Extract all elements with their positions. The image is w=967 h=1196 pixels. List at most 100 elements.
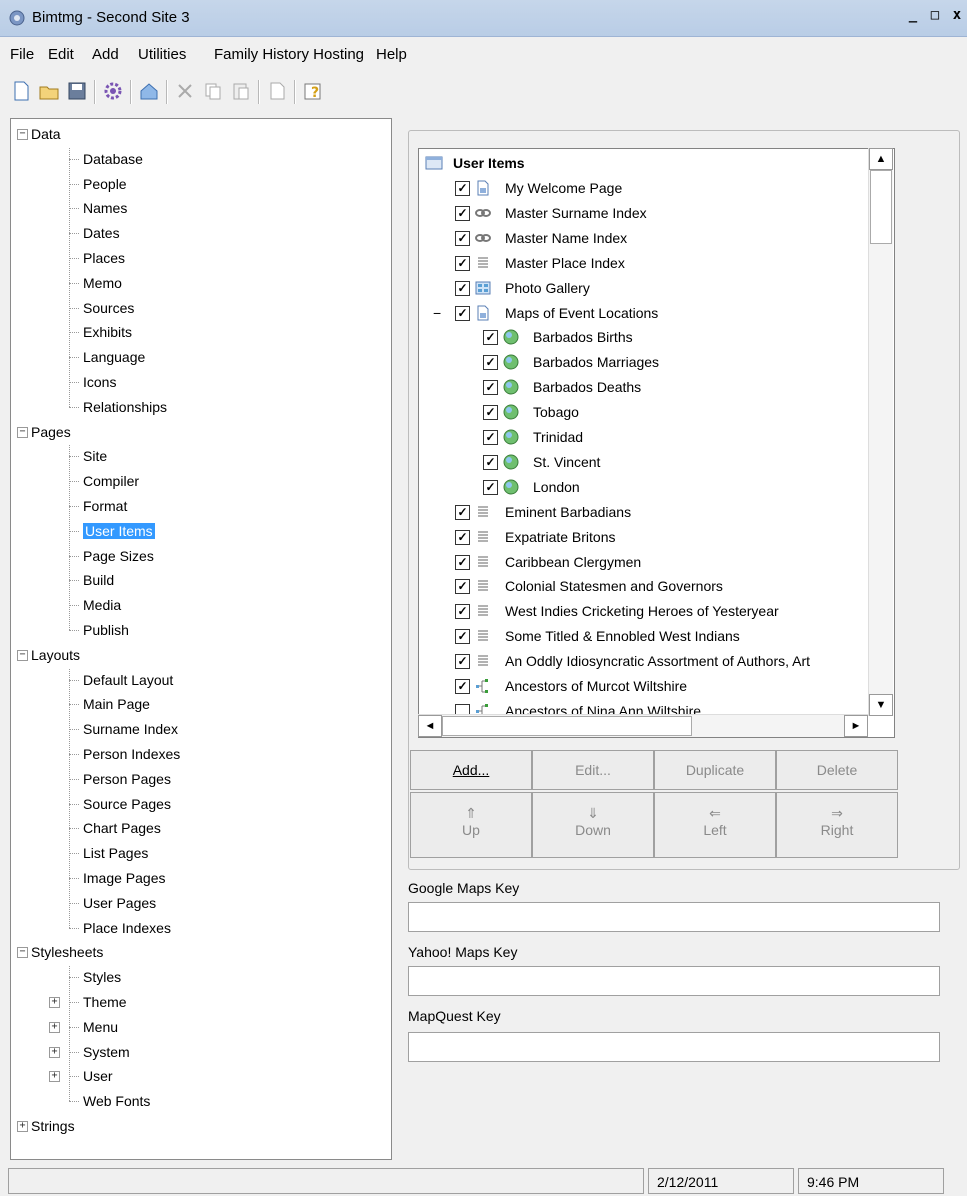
horizontal-scrollbar[interactable]: ◄ ► — [418, 714, 868, 737]
tree-item-person-indexes[interactable]: Person Indexes — [83, 743, 180, 765]
tree-item-relationships[interactable]: Relationships — [83, 396, 167, 418]
tree-item-sources[interactable]: Sources — [83, 297, 134, 319]
menu-family-history-hosting[interactable]: Family History Hosting — [214, 46, 364, 63]
scroll-right-icon[interactable]: ► — [844, 715, 868, 737]
google-maps-key-input[interactable] — [408, 902, 940, 932]
tree-item-image-pages[interactable]: Image Pages — [83, 867, 166, 889]
tree-node-pages[interactable]: Pages — [31, 421, 71, 443]
checkbox[interactable]: ✓ — [455, 579, 470, 595]
gear-icon[interactable] — [102, 80, 124, 102]
menu-add[interactable]: Add — [92, 46, 119, 63]
tree-item-compiler[interactable]: Compiler — [83, 470, 139, 492]
menu-file[interactable]: File — [10, 46, 34, 63]
tree-item-format[interactable]: Format — [83, 495, 127, 517]
move-down-button[interactable]: ⇓ Down — [532, 792, 654, 858]
tree-item-chart-pages[interactable]: Chart Pages — [83, 817, 161, 839]
yahoo-maps-key-input[interactable] — [408, 966, 940, 996]
tree-item-exhibits[interactable]: Exhibits — [83, 321, 132, 343]
tree-item-dates[interactable]: Dates — [83, 222, 120, 244]
paste-icon[interactable] — [230, 80, 252, 102]
checkbox[interactable]: ✓ — [483, 330, 498, 346]
checkbox[interactable]: ✓ — [455, 554, 470, 570]
maximize-button[interactable]: □ — [925, 6, 945, 26]
expand-icon[interactable]: + — [49, 1071, 60, 1083]
checkbox[interactable]: ✓ — [455, 604, 470, 620]
checkbox[interactable]: ✓ — [455, 181, 470, 196]
tree-item-theme[interactable]: Theme — [83, 991, 127, 1013]
checkbox[interactable]: ✓ — [455, 654, 470, 670]
save-icon[interactable] — [66, 80, 88, 102]
tree-item-places[interactable]: Places — [83, 247, 125, 269]
checkbox[interactable]: ✓ — [455, 305, 470, 321]
tree-item-people[interactable]: People — [83, 173, 127, 195]
move-right-button[interactable]: ⇒ Right — [776, 792, 898, 858]
tree-item-source-pages[interactable]: Source Pages — [83, 793, 171, 815]
mapquest-key-input[interactable] — [408, 1032, 940, 1062]
tree-item-database[interactable]: Database — [83, 148, 143, 170]
vertical-scrollbar[interactable]: ▲ ▼ — [868, 148, 893, 716]
checkbox[interactable]: ✓ — [455, 529, 470, 545]
blank-page-icon[interactable] — [266, 80, 288, 102]
tree-item-language[interactable]: Language — [83, 346, 145, 368]
menu-utilities[interactable]: Utilities — [138, 46, 186, 63]
tree-item-place-indexes[interactable]: Place Indexes — [83, 917, 171, 939]
tree-item-memo[interactable]: Memo — [83, 272, 122, 294]
tree-item-page-sizes[interactable]: Page Sizes — [83, 545, 154, 567]
tree-item-site[interactable]: Site — [83, 445, 107, 467]
checkbox[interactable]: ✓ — [455, 255, 470, 271]
tree-item-default-layout[interactable]: Default Layout — [83, 669, 173, 691]
tree-item-icons[interactable]: Icons — [83, 371, 116, 393]
open-folder-icon[interactable] — [38, 80, 60, 102]
tree-item-person-pages[interactable]: Person Pages — [83, 768, 171, 790]
scroll-thumb[interactable] — [870, 170, 892, 244]
duplicate-button[interactable]: Duplicate — [654, 750, 776, 790]
tree-item-publish[interactable]: Publish — [83, 619, 129, 641]
tree-item-surname-index[interactable]: Surname Index — [83, 718, 178, 740]
tree-item-media[interactable]: Media — [83, 594, 121, 616]
checkbox[interactable]: ✓ — [455, 230, 470, 246]
tree-item-list-pages[interactable]: List Pages — [83, 842, 148, 864]
minimize-button[interactable]: _ — [903, 6, 923, 26]
checkbox[interactable]: ✓ — [455, 679, 470, 694]
checkbox[interactable]: ✓ — [483, 405, 498, 421]
checkbox[interactable]: ✓ — [455, 280, 470, 296]
checkbox[interactable]: ✓ — [455, 504, 470, 520]
scroll-up-icon[interactable]: ▲ — [869, 148, 893, 170]
strings-expand-icon[interactable]: + — [17, 1121, 28, 1132]
new-file-icon[interactable] — [10, 80, 32, 102]
scroll-down-icon[interactable]: ▼ — [869, 694, 893, 716]
delete-button[interactable]: Delete — [776, 750, 898, 790]
copy-icon[interactable] — [202, 80, 224, 102]
tree-item-menu[interactable]: Menu — [83, 1016, 118, 1038]
stylesheets-collapse-icon[interactable]: − — [17, 947, 28, 959]
menu-help[interactable]: Help — [376, 46, 407, 63]
user-items-list[interactable]: User Items ✓ My Welcome Page ✓ Master Surnam… — [418, 148, 895, 738]
tree-item-system[interactable]: System — [83, 1041, 130, 1063]
tree-item-user[interactable]: User — [83, 1065, 113, 1087]
collapse-icon[interactable]: − — [433, 301, 441, 325]
close-button[interactable]: x — [947, 6, 967, 26]
tree-node-layouts[interactable]: Layouts — [31, 644, 80, 666]
scroll-left-icon[interactable]: ◄ — [418, 715, 442, 737]
tree-node-data[interactable]: Data — [31, 123, 61, 145]
cut-icon[interactable] — [174, 80, 196, 102]
hscroll-thumb[interactable] — [442, 716, 692, 736]
help-icon[interactable]: ? — [302, 80, 324, 102]
tree-item-user-items[interactable]: User Items — [83, 520, 155, 542]
checkbox[interactable]: ✓ — [455, 629, 470, 645]
checkbox[interactable]: ✓ — [483, 355, 498, 371]
expand-icon[interactable]: + — [49, 1046, 60, 1058]
edit-button[interactable]: Edit... — [532, 750, 654, 790]
checkbox[interactable]: ✓ — [483, 479, 498, 495]
tree-item-styles[interactable]: Styles — [83, 966, 121, 988]
home-icon[interactable] — [138, 80, 160, 102]
add-button[interactable]: Add... — [410, 750, 532, 790]
data-collapse-icon[interactable]: − — [17, 129, 28, 140]
tree-item-web-fonts[interactable]: Web Fonts — [83, 1090, 150, 1112]
tree-item-user-pages[interactable]: User Pages — [83, 892, 156, 914]
checkbox[interactable]: ✓ — [455, 205, 470, 221]
expand-icon[interactable]: + — [49, 1021, 60, 1033]
move-left-button[interactable]: ⇐ Left — [654, 792, 776, 858]
tree-item-main-page[interactable]: Main Page — [83, 693, 150, 715]
layouts-collapse-icon[interactable]: − — [17, 649, 28, 661]
